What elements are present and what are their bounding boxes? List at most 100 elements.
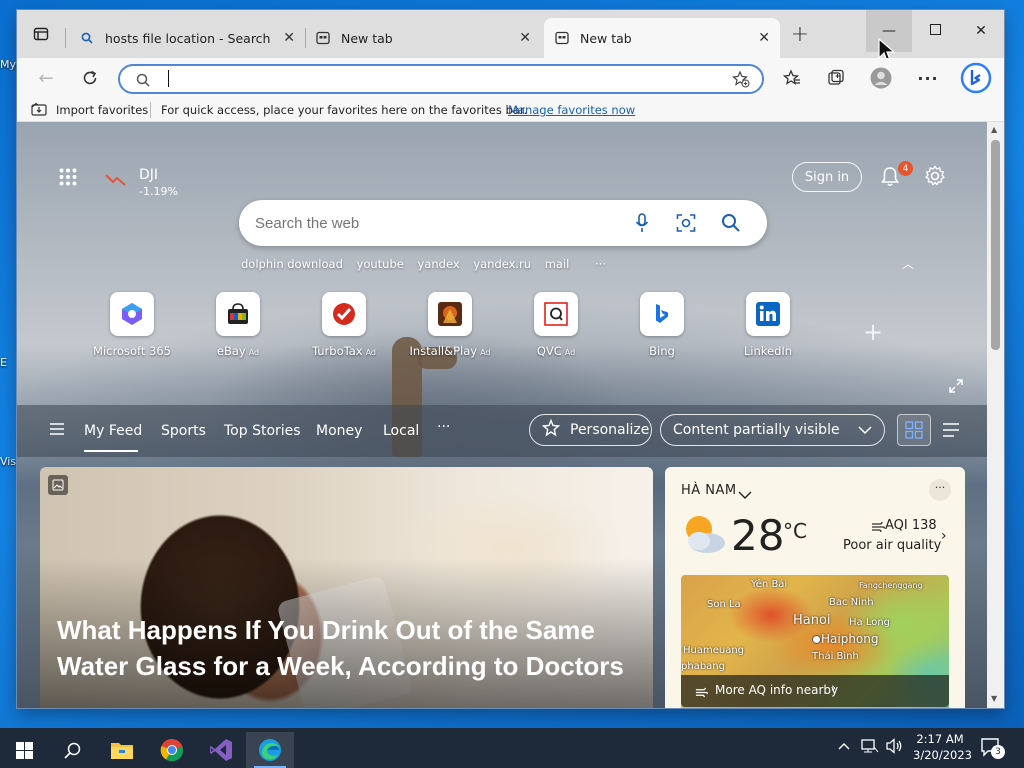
trending-more-button[interactable]: ··· (595, 257, 606, 271)
feed-navigation: My Feed Sports Top Stories Money Local ·… (17, 405, 987, 457)
taskbar-file-explorer[interactable] (98, 732, 146, 768)
quick-link-bing[interactable]: Bing (619, 292, 705, 358)
show-hidden-icons[interactable] (838, 739, 850, 753)
aqi-value[interactable]: AQI 138 (885, 518, 937, 533)
scroll-up-icon[interactable]: ▲ (991, 125, 997, 134)
air-quality-icon (871, 519, 886, 538)
close-tab-icon[interactable]: ✕ (283, 30, 295, 46)
tab-newtab[interactable]: New tab ✕ (305, 18, 541, 58)
settings-more-button[interactable]: ··· (912, 62, 944, 94)
address-input[interactable] (166, 69, 706, 89)
feed-more-button[interactable]: ··· (437, 419, 450, 435)
favorites-button[interactable] (776, 62, 808, 94)
chevron-up-icon (838, 743, 850, 750)
feed-tab-sports[interactable]: Sports (161, 423, 206, 439)
hero-article-card[interactable]: What Happens If You Drink Out of the Sam… (40, 467, 653, 708)
voice-search-icon[interactable] (635, 213, 649, 237)
apps-grid-icon (59, 168, 77, 186)
quick-link-microsoft365[interactable]: Microsoft 365 (89, 292, 175, 358)
page-settings-button[interactable] (924, 165, 946, 191)
quick-link-label: TurboTax (311, 344, 363, 358)
visual-search-icon[interactable] (676, 213, 696, 237)
collections-button[interactable] (820, 62, 852, 94)
add-favorite-icon[interactable] (732, 70, 750, 92)
network-icon[interactable] (861, 738, 879, 757)
feed-tab-local[interactable]: Local (383, 423, 419, 439)
desktop-icon-label[interactable]: E (0, 356, 18, 369)
weather-more-button[interactable]: ··· (929, 479, 951, 501)
collapse-chevron-icon[interactable]: ︿ (902, 255, 914, 272)
quick-link-turbotax[interactable]: TurboTax Ad (301, 292, 387, 358)
expand-icon[interactable] (949, 378, 963, 397)
feed-tab-money[interactable]: Money (316, 423, 362, 439)
air-quality-text: Poor air quality (843, 538, 942, 553)
feed-menu-button[interactable] (49, 421, 65, 440)
clock[interactable]: 2:17 AM 3/20/2023 (913, 731, 972, 763)
close-window-button[interactable]: ✕ (958, 10, 1004, 52)
notifications-button[interactable]: 4 (880, 161, 913, 192)
content-visibility-dropdown[interactable]: Content partially visible (660, 414, 885, 446)
personalize-button[interactable]: Personalize (529, 414, 652, 446)
apps-launcher-button[interactable] (59, 168, 77, 190)
feed-tab-my-feed[interactable]: My Feed (84, 423, 142, 439)
location-chevron-icon[interactable] (738, 485, 752, 504)
tab-search[interactable]: hosts file location - Search ✕ (69, 18, 305, 58)
quick-link-linkedin[interactable]: LinkedIn (725, 292, 811, 358)
bing-chat-button[interactable] (958, 60, 994, 96)
favorites-hint: For quick access, place your favorites h… (161, 103, 528, 117)
chevron-right-icon[interactable]: › (941, 528, 947, 544)
web-search-box[interactable] (239, 200, 767, 246)
weather-location[interactable]: HÀ NAM (681, 483, 737, 498)
trending-link[interactable]: dolphin download (241, 257, 343, 271)
taskbar-search-button[interactable] (48, 732, 96, 768)
profile-button[interactable] (865, 62, 897, 94)
quick-link-qvc[interactable]: QVC Ad (513, 292, 599, 358)
taskbar-edge[interactable] (246, 732, 294, 768)
scroll-down-icon[interactable]: ▼ (991, 694, 997, 703)
chrome-icon (160, 738, 184, 762)
desktop-icon-label[interactable]: My (0, 58, 18, 71)
tab-newtab-active[interactable]: New tab ✕ (544, 18, 780, 58)
start-button[interactable] (0, 732, 48, 768)
feed-tab-top-stories[interactable]: Top Stories (224, 423, 301, 439)
trending-link[interactable]: yandex.ru (473, 257, 531, 271)
page-scrollbar[interactable]: ▲ ▼ (987, 122, 1004, 708)
trending-searches: dolphin download youtube yandex yandex.r… (241, 257, 606, 271)
trending-link[interactable]: yandex (418, 257, 460, 271)
trending-link[interactable]: mail (545, 257, 570, 271)
ticker-symbol[interactable]: DJI (139, 167, 158, 183)
close-tab-icon[interactable]: ✕ (758, 30, 770, 46)
profile-avatar-icon (870, 67, 892, 89)
web-search-input[interactable] (255, 212, 615, 234)
new-tab-button[interactable]: + (784, 18, 816, 50)
quick-link-ebay[interactable]: eBay Ad (195, 292, 281, 358)
import-favorites-link[interactable]: Import favorites (56, 103, 148, 117)
temperature-unit[interactable]: °C (783, 519, 807, 543)
refresh-button[interactable] (74, 62, 106, 94)
trending-link[interactable]: youtube (357, 257, 404, 271)
volume-icon[interactable] (886, 738, 904, 757)
close-tab-icon[interactable]: ✕ (519, 30, 531, 46)
address-bar[interactable] (118, 64, 764, 94)
scrollbar-thumb[interactable] (991, 140, 1000, 350)
taskbar-chrome[interactable] (148, 732, 196, 768)
tab-actions-button[interactable] (25, 18, 57, 50)
air-quality-map[interactable]: Yên Bái Bac Ninh Fangchenggang Son La Ha… (681, 575, 949, 708)
weather-card[interactable]: HÀ NAM ··· 28 °C AQI 138 Poor air qualit… (665, 467, 965, 708)
quick-link-installplay[interactable]: Install&Play Ad (407, 292, 493, 358)
more-aq-info-link[interactable]: More AQ info nearby › (681, 675, 949, 707)
search-icon (63, 742, 80, 759)
hero-headline[interactable]: What Happens If You Drink Out of the Sam… (57, 612, 637, 684)
search-submit-icon[interactable] (721, 213, 741, 237)
sign-in-button[interactable]: Sign in (792, 162, 862, 192)
manage-favorites-link[interactable]: Manage favorites now (508, 103, 635, 117)
list-layout-button[interactable] (942, 422, 960, 442)
add-quick-link-button[interactable]: + (863, 318, 883, 346)
grid-layout-button[interactable] (897, 414, 931, 446)
desktop-icon-label[interactable]: Vis (0, 455, 18, 468)
action-center-button[interactable]: 3 (980, 737, 1005, 760)
maximize-button[interactable] (912, 10, 958, 52)
folder-icon (111, 743, 133, 759)
back-button[interactable]: ← (30, 62, 62, 94)
taskbar-visual-studio[interactable] (197, 732, 245, 768)
